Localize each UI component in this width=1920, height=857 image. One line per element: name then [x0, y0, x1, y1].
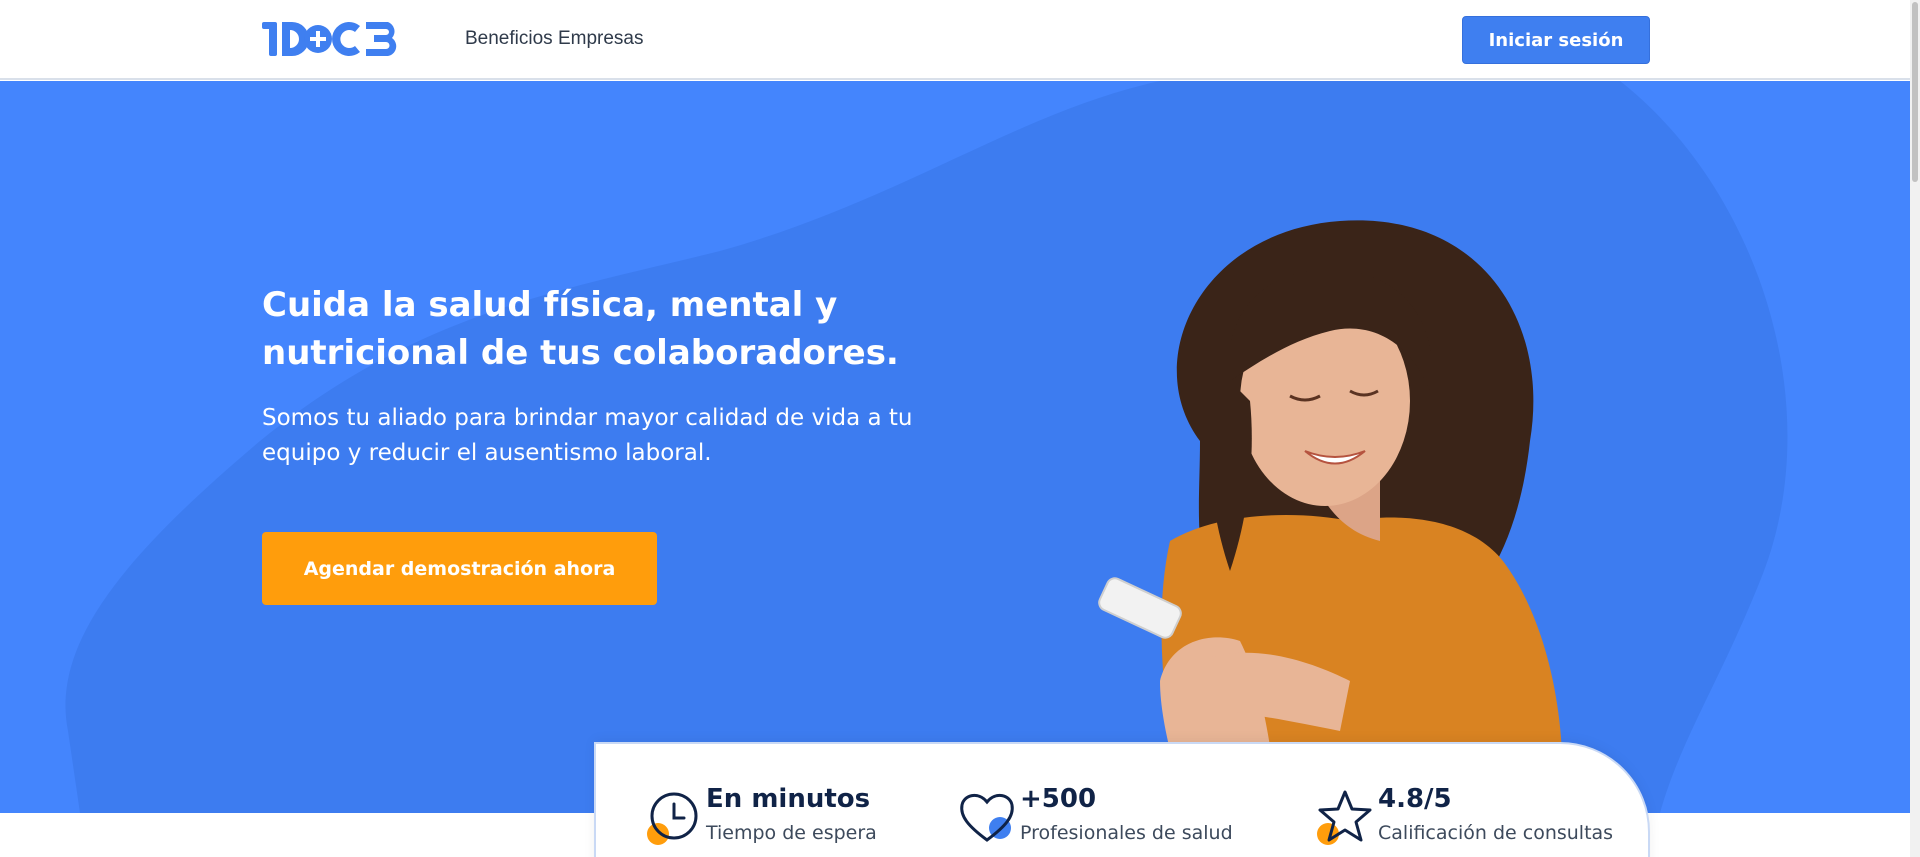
nav-link-beneficios-empresas[interactable]: Beneficios Empresas [465, 28, 643, 50]
hero-section: Cuida la salud física, mental y nutricio… [0, 81, 1910, 813]
stat-label: Calificación de consultas [1378, 822, 1614, 844]
stats-card: En minutos Tiempo de espera +500 Profesi… [594, 742, 1650, 857]
stat-label: Profesionales de salud [1020, 822, 1233, 844]
stat-label: Tiempo de espera [706, 822, 877, 844]
scrollbar-thumb[interactable] [1912, 2, 1918, 182]
heart-icon [960, 793, 1014, 842]
site-header: Beneficios Empresas Iniciar sesión [0, 0, 1920, 80]
stat-value: En minutos [706, 784, 871, 814]
page-scrollbar[interactable] [1910, 0, 1920, 857]
star-icon [1317, 790, 1372, 845]
hero-subtitle: Somos tu aliado para brindar mayor calid… [262, 405, 913, 466]
stat-value: +500 [1020, 784, 1097, 814]
woman-with-phone-image [1098, 220, 1563, 813]
hero-title-line-2: nutricional de tus colaboradores. [262, 333, 899, 373]
hero-title-line-1: Cuida la salud física, mental y [262, 285, 838, 325]
login-button[interactable]: Iniciar sesión [1462, 16, 1650, 64]
clock-icon [647, 792, 698, 845]
schedule-demo-button[interactable]: Agendar demostración ahora [262, 532, 657, 605]
brand-logo[interactable] [262, 18, 410, 58]
hero-title: Cuida la salud física, mental y nutricio… [262, 281, 962, 377]
stat-value: 4.8/5 [1378, 784, 1452, 814]
